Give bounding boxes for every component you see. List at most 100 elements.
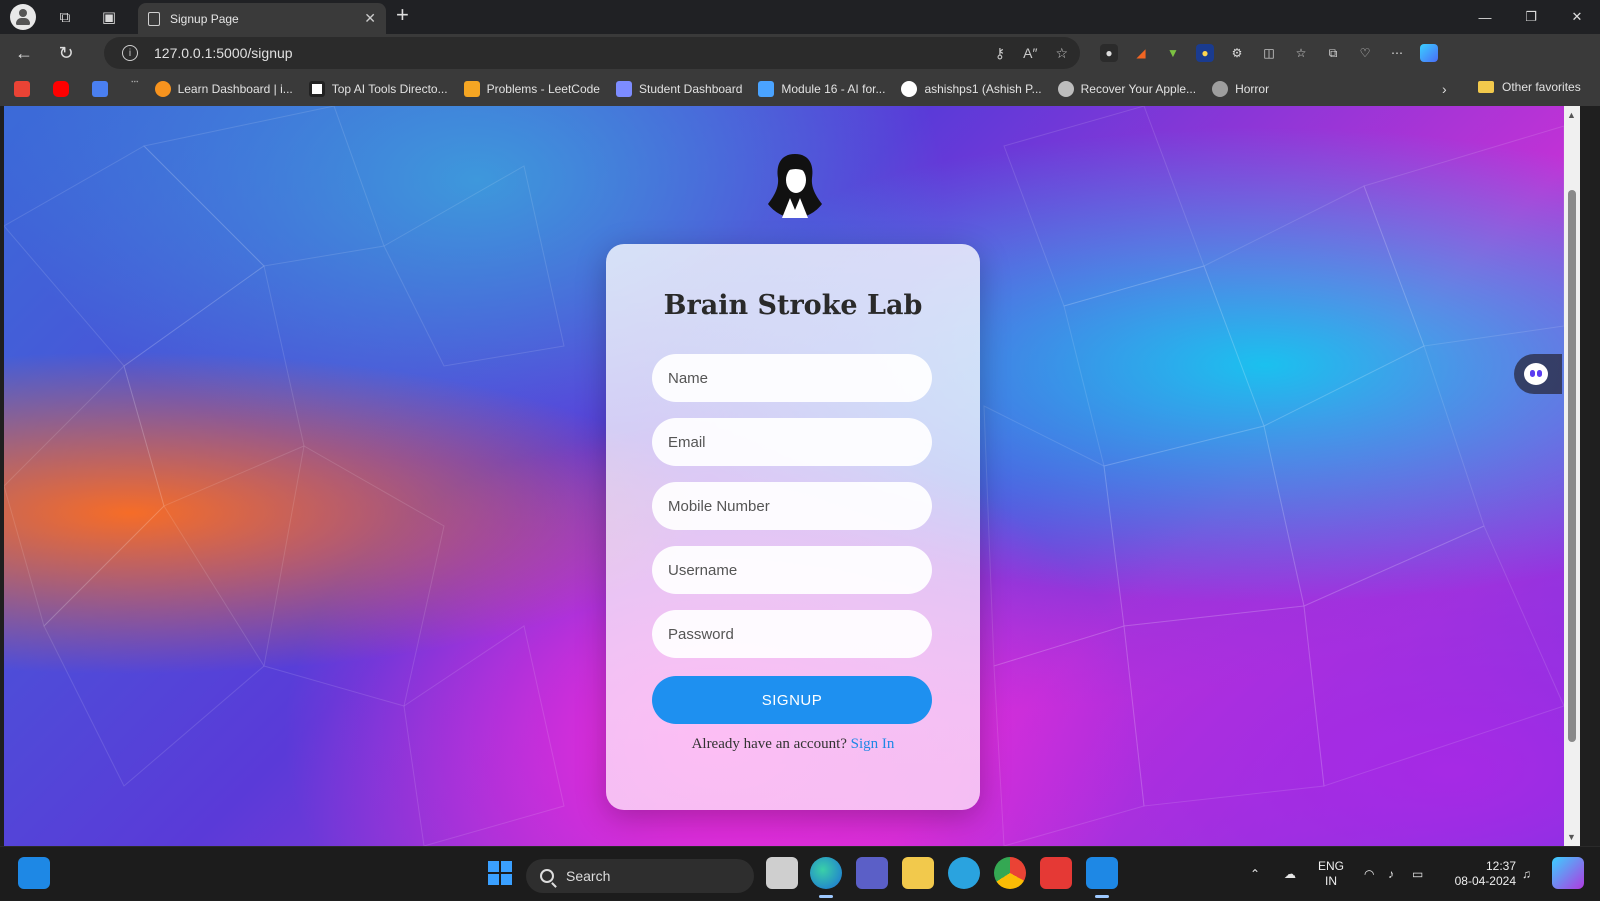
bookmark-youtube[interactable] [53, 81, 76, 97]
learn-dashboard-icon [154, 81, 171, 97]
bookmark-apple[interactable]: Recover Your Apple... [1057, 81, 1197, 97]
username-field[interactable] [652, 546, 932, 594]
onedrive-icon[interactable]: ☁ [1284, 847, 1296, 901]
workspaces-icon[interactable]: ⧉ [50, 2, 80, 32]
copilot-taskbar-icon[interactable] [1552, 857, 1584, 889]
browser-titlebar: ⧉ ▣ Signup Page ✕ + — ❐ ✕ [0, 0, 1600, 34]
extension-office-icon[interactable]: ◢ [1132, 44, 1150, 62]
password-field[interactable] [652, 610, 932, 658]
file-explorer-icon[interactable] [902, 857, 934, 889]
bookmark-label: Top AI Tools Directo... [331, 82, 448, 96]
wifi-icon[interactable]: ◠ [1364, 847, 1374, 901]
active-indicator [1095, 895, 1109, 898]
notifications-bell-icon[interactable]: ♫ [1522, 847, 1531, 901]
scroll-up-icon[interactable]: ▲ [1567, 110, 1576, 120]
language-indicator[interactable]: ENG IN [1318, 859, 1344, 889]
bookmark-gmail[interactable] [14, 81, 37, 97]
extension-dark-icon[interactable]: ● [1196, 44, 1214, 62]
collections-icon[interactable]: ⧉ [1324, 44, 1342, 62]
volume-icon[interactable]: ♪ [1388, 847, 1394, 901]
tab-signup-page[interactable]: Signup Page ✕ [138, 3, 386, 34]
copilot-icon[interactable] [1420, 44, 1438, 62]
wps-office-icon[interactable] [1040, 857, 1072, 889]
widgets-icon[interactable] [18, 857, 50, 889]
system-clock[interactable]: 12:37 08-04-2024 [1446, 859, 1516, 889]
bookmark-github[interactable]: ashishps1 (Ashish P... [901, 81, 1042, 97]
mobile-number-field[interactable] [652, 482, 932, 530]
bookmark-module-16[interactable]: Module 16 - AI for... [758, 81, 885, 97]
extension-download-icon[interactable]: ▼ [1164, 44, 1182, 62]
gmail-icon [14, 81, 30, 97]
browser-essentials-icon[interactable]: ♡ [1356, 44, 1374, 62]
close-window-icon[interactable]: ✕ [1554, 0, 1600, 34]
search-label: Search [566, 868, 611, 884]
new-tab-button[interactable]: + [396, 2, 409, 28]
extensions-row: ● ◢ ▼ ● ⚙ ◫ ☆ ⧉ ♡ ⋯ [1100, 34, 1438, 72]
edge-browser-icon[interactable] [810, 857, 842, 889]
bookmark-4[interactable]: ་་་ [131, 72, 139, 106]
signin-prompt: Already have an account? Sign In [606, 736, 980, 753]
horror-icon [1212, 81, 1229, 97]
bookmark-label: Student Dashboard [638, 82, 743, 96]
student-dashboard-icon [615, 81, 632, 97]
scroll-down-icon[interactable]: ▼ [1567, 832, 1576, 842]
bookmark-top-ai-tools[interactable]: Top AI Tools Directo... [308, 81, 448, 97]
refresh-icon[interactable]: ↻ [48, 37, 84, 69]
extension-ghost-icon[interactable]: ● [1100, 44, 1118, 62]
other-favorites-label: Other favorites [1502, 80, 1581, 94]
close-tab-icon[interactable]: ✕ [364, 10, 376, 27]
signup-button[interactable]: SIGNUP [652, 676, 932, 724]
task-view-icon[interactable] [766, 857, 798, 889]
telegram-icon[interactable] [948, 857, 980, 889]
start-icon[interactable] [484, 857, 516, 889]
bookmark-label: ashishps1 (Ashish P... [924, 82, 1042, 96]
split-screen-icon[interactable]: ◫ [1260, 44, 1278, 62]
taskbar-search[interactable]: Search [526, 859, 754, 893]
bookmark-learn-dashboard[interactable]: Learn Dashboard | i... [154, 81, 293, 97]
battery-icon[interactable]: ▭ [1412, 847, 1423, 901]
bookmark-other-favorites[interactable]: Other favorites [1478, 80, 1581, 94]
bookmark-student-dashboard[interactable]: Student Dashboard [615, 81, 743, 97]
clock-time: 12:37 [1485, 859, 1516, 873]
signin-link[interactable]: Sign In [851, 736, 895, 752]
address-bar[interactable]: i 127.0.0.1:5000/signup ⚷ A″ ☆ [104, 37, 1080, 69]
bookmark-leetcode[interactable]: Problems - LeetCode [463, 81, 600, 97]
browser-toolbar: ← ↻ i 127.0.0.1:5000/signup ⚷ A″ ☆ ● ◢ ▼… [0, 34, 1600, 72]
chrome-icon[interactable] [994, 857, 1026, 889]
leetcode-icon [463, 81, 480, 97]
page-viewport: Brain Stroke Lab SIGNUP Already have an … [4, 106, 1580, 846]
tab-actions-icon[interactable]: ▣ [94, 2, 124, 32]
copilot-floating-button[interactable] [1514, 354, 1562, 394]
profile-avatar-icon[interactable] [10, 4, 36, 30]
teams-icon[interactable] [856, 857, 888, 889]
scrollbar-thumb[interactable] [1568, 190, 1576, 742]
extensions-icon[interactable]: ⚙ [1228, 44, 1246, 62]
lang-line2: IN [1325, 874, 1337, 888]
minimize-icon[interactable]: — [1462, 0, 1508, 34]
key-icon[interactable]: ⚷ [995, 45, 1005, 62]
more-menu-icon[interactable]: ⋯ [1388, 44, 1406, 62]
already-have-account-text: Already have an account? [691, 736, 847, 752]
read-aloud-icon[interactable]: A″ [1023, 45, 1037, 61]
email-field[interactable] [652, 418, 932, 466]
bookmark-translate[interactable] [92, 81, 115, 97]
apple-icon [1057, 81, 1074, 97]
name-field[interactable] [652, 354, 932, 402]
bookmark-label: Recover Your Apple... [1080, 82, 1197, 96]
folder-icon [1478, 81, 1494, 93]
restore-icon[interactable]: ❐ [1508, 0, 1554, 34]
back-icon[interactable]: ← [6, 37, 42, 69]
chevron-right-icon[interactable]: › [1442, 81, 1447, 97]
bookmark-label: Learn Dashboard | i... [177, 82, 293, 96]
favorite-star-icon[interactable]: ☆ [1055, 45, 1068, 62]
bookmark-horror[interactable]: Horror [1212, 81, 1269, 97]
tray-chevron-icon[interactable]: ⌃ [1250, 847, 1260, 901]
vscode-icon[interactable] [1086, 857, 1118, 889]
favorites-icon[interactable]: ☆ [1292, 44, 1310, 62]
bookmark-label: Module 16 - AI for... [781, 82, 886, 96]
user-avatar-icon [768, 154, 822, 218]
page-scrollbar[interactable]: ▲ ▼ [1564, 106, 1580, 846]
windows-taskbar: Search ⌃ ☁ ENG IN ◠ ♪ ▭ 12:37 08-04-2024… [0, 846, 1600, 900]
site-info-icon[interactable]: i [122, 45, 138, 61]
github-icon [901, 81, 918, 97]
